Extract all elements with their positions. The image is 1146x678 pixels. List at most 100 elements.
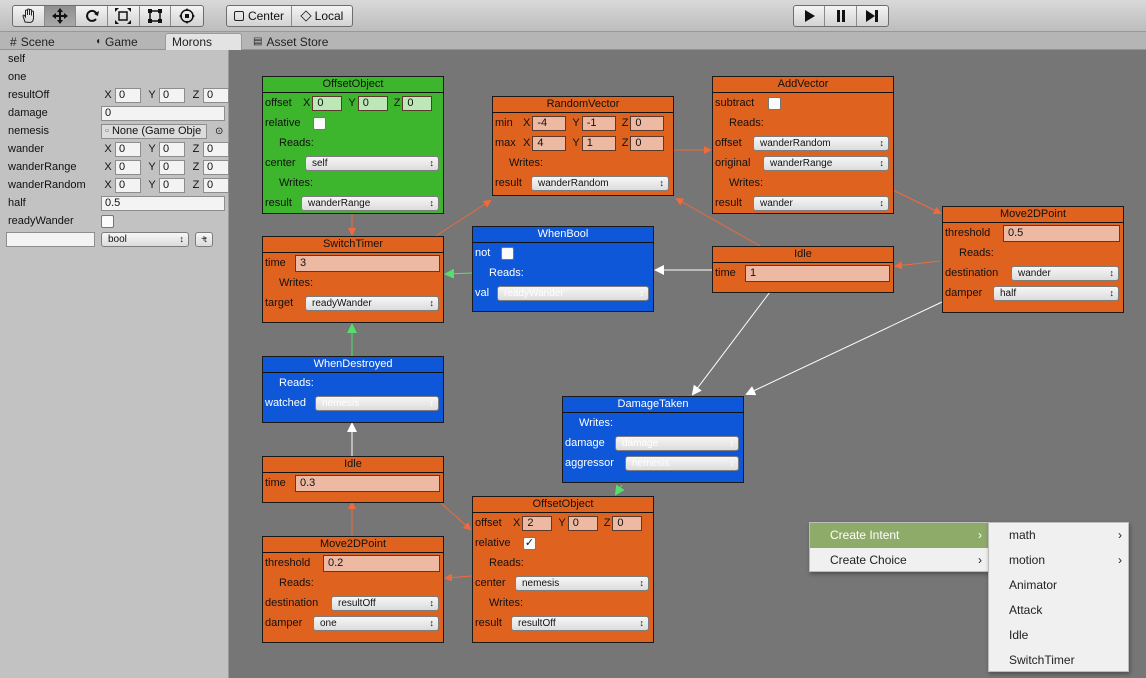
readywander-checkbox[interactable] — [101, 214, 114, 228]
add-variable-button[interactable]: + — [195, 231, 213, 247]
new-variable-name-input[interactable] — [6, 231, 95, 247]
offset-y[interactable]: 0 — [357, 95, 388, 111]
center-select[interactable]: nemesis — [515, 575, 649, 591]
step-button[interactable] — [857, 6, 888, 26]
target-select[interactable]: readyWander — [305, 295, 439, 311]
subtract-checkbox[interactable] — [768, 96, 781, 110]
move-tool-button[interactable] — [44, 6, 77, 26]
new-variable-type-select[interactable]: bool — [101, 231, 189, 247]
destination-row: destination resultOff — [263, 593, 443, 613]
result-select[interactable]: wanderRandom — [531, 175, 669, 191]
relative-checkbox[interactable]: ✓ — [523, 536, 536, 550]
menu-item-create-intent[interactable]: Create Intent › — [810, 523, 988, 548]
threshold-field[interactable]: 0.2 — [323, 554, 440, 572]
val-select[interactable]: readyWander — [497, 285, 649, 301]
node-move-2d-point[interactable]: Move2DPoint threshold 0.5 Reads: destinat… — [942, 206, 1124, 313]
rect-tool-button[interactable] — [140, 6, 172, 26]
z-field[interactable]: 0 — [203, 87, 229, 103]
node-offset-object-2[interactable]: OffsetObject offset X2Y0Z0 relative ✓ Rea… — [472, 496, 654, 643]
offset-x[interactable]: 2 — [522, 515, 553, 531]
axis-x-label: X — [303, 97, 311, 109]
z-field[interactable]: 0 — [203, 141, 229, 157]
x-field[interactable]: 0 — [115, 141, 141, 157]
result-select[interactable]: resultOff — [511, 615, 649, 631]
submenu-item-attack[interactable]: Attack — [989, 598, 1128, 623]
pause-button[interactable] — [825, 6, 857, 26]
aggressor-select[interactable]: nemesis — [625, 455, 739, 471]
scale-tool-button[interactable] — [108, 6, 140, 26]
offset-z[interactable]: 0 — [612, 515, 643, 531]
destination-select[interactable]: resultOff — [331, 595, 439, 611]
node-when-destroyed[interactable]: WhenDestroyed Reads: watched nemesis — [262, 356, 444, 423]
menu-item-create-choice[interactable]: Create Choice › — [810, 548, 988, 573]
node-move-2d-point-2[interactable]: Move2DPoint threshold 0.2 Reads: destinat… — [262, 536, 444, 643]
node-idle-2[interactable]: Idle time 0.3 — [262, 456, 444, 503]
y-field[interactable]: 0 — [159, 87, 185, 103]
offset-z[interactable]: 0 — [402, 95, 433, 111]
damper-select[interactable]: half — [993, 285, 1119, 301]
tab-scene[interactable]: # Scene — [10, 33, 55, 50]
val-value: readyWander — [504, 287, 564, 299]
damage-field[interactable]: 0 — [101, 105, 225, 121]
play-button[interactable] — [794, 6, 826, 26]
max-z[interactable]: 0 — [630, 135, 665, 151]
watched-select[interactable]: nemesis — [315, 395, 439, 411]
time-field[interactable]: 3 — [295, 254, 440, 272]
node-offset-object[interactable]: OffsetObject offset X0Y0Z0 relative Read… — [262, 76, 444, 214]
hand-tool-button[interactable] — [13, 6, 45, 26]
y-field[interactable]: 0 — [159, 159, 185, 175]
offset-select[interactable]: wanderRandom — [753, 135, 889, 151]
submenu-item-idle[interactable]: Idle — [989, 623, 1128, 648]
node-random-vector[interactable]: RandomVector min X -4 Y -1 Z 0 max X4Y1Z0 Wri… — [492, 96, 674, 196]
node-idle[interactable]: Idle time 1 — [712, 246, 894, 293]
var-label: damage — [8, 107, 48, 119]
tab-game[interactable]: ◖ Game — [95, 33, 138, 50]
min-y[interactable]: -1 — [581, 115, 616, 131]
axis-z-label: Z — [621, 137, 629, 149]
submenu-item-math[interactable]: math › — [989, 523, 1128, 548]
z-field[interactable]: 0 — [203, 159, 229, 175]
offset-x[interactable]: 0 — [312, 95, 343, 111]
node-add-vector[interactable]: AddVector subtract Reads: offset wanderRa… — [712, 76, 894, 214]
max-x[interactable]: 4 — [532, 135, 567, 151]
result-select[interactable]: wanderRange — [301, 195, 439, 211]
x-field[interactable]: 0 — [115, 159, 141, 175]
space-local-button[interactable]: Local — [292, 6, 352, 26]
not-checkbox[interactable] — [501, 246, 514, 260]
y-field[interactable]: 0 — [159, 177, 185, 193]
axis-x-label: X — [104, 161, 112, 173]
damper-select[interactable]: one — [313, 615, 439, 631]
center-select[interactable]: self — [305, 155, 439, 171]
nemesis-object-field[interactable]: ▫ None (Game Obje — [101, 123, 207, 139]
destination-select[interactable]: wander — [1011, 265, 1119, 281]
max-y[interactable]: 1 — [581, 135, 616, 151]
rotate-tool-button[interactable] — [76, 6, 109, 26]
submenu-item-motion[interactable]: motion › — [989, 548, 1128, 573]
z-field[interactable]: 0 — [203, 177, 229, 193]
node-when-bool[interactable]: WhenBool not Reads: val readyWander — [472, 226, 654, 312]
submenu-item-animator[interactable]: Animator — [989, 573, 1128, 598]
x-field[interactable]: 0 — [115, 177, 141, 193]
node-damage-taken[interactable]: DamageTaken Writes: damage damage aggress… — [562, 396, 744, 483]
half-field[interactable]: 0.5 — [101, 195, 225, 211]
x-field[interactable]: 0 — [115, 87, 141, 103]
time-field[interactable]: 1 — [745, 264, 890, 282]
tab-game-label: Game — [105, 34, 138, 49]
submenu-item-switchtimer[interactable]: SwitchTimer — [989, 648, 1128, 673]
transform-tool-button[interactable] — [171, 6, 203, 26]
result-select[interactable]: wander — [753, 195, 889, 211]
time-field[interactable]: 0.3 — [295, 474, 440, 492]
damage-select[interactable]: damage — [615, 435, 739, 451]
tab-morons[interactable]: Morons — [165, 33, 242, 50]
pivot-center-button[interactable]: Center — [227, 6, 292, 26]
relative-checkbox[interactable] — [313, 116, 326, 130]
original-select[interactable]: wanderRange — [763, 155, 889, 171]
object-picker-icon[interactable]: ⊙ — [215, 126, 223, 137]
threshold-field[interactable]: 0.5 — [1003, 224, 1120, 242]
offset-y[interactable]: 0 — [567, 515, 598, 531]
min-z[interactable]: 0 — [630, 115, 665, 131]
y-field[interactable]: 0 — [159, 141, 185, 157]
min-x[interactable]: -4 — [532, 115, 567, 131]
tab-asset-store[interactable]: ▤ Asset Store — [253, 33, 328, 50]
node-switch-timer[interactable]: SwitchTimer time 3 Writes: target readyWan… — [262, 236, 444, 323]
